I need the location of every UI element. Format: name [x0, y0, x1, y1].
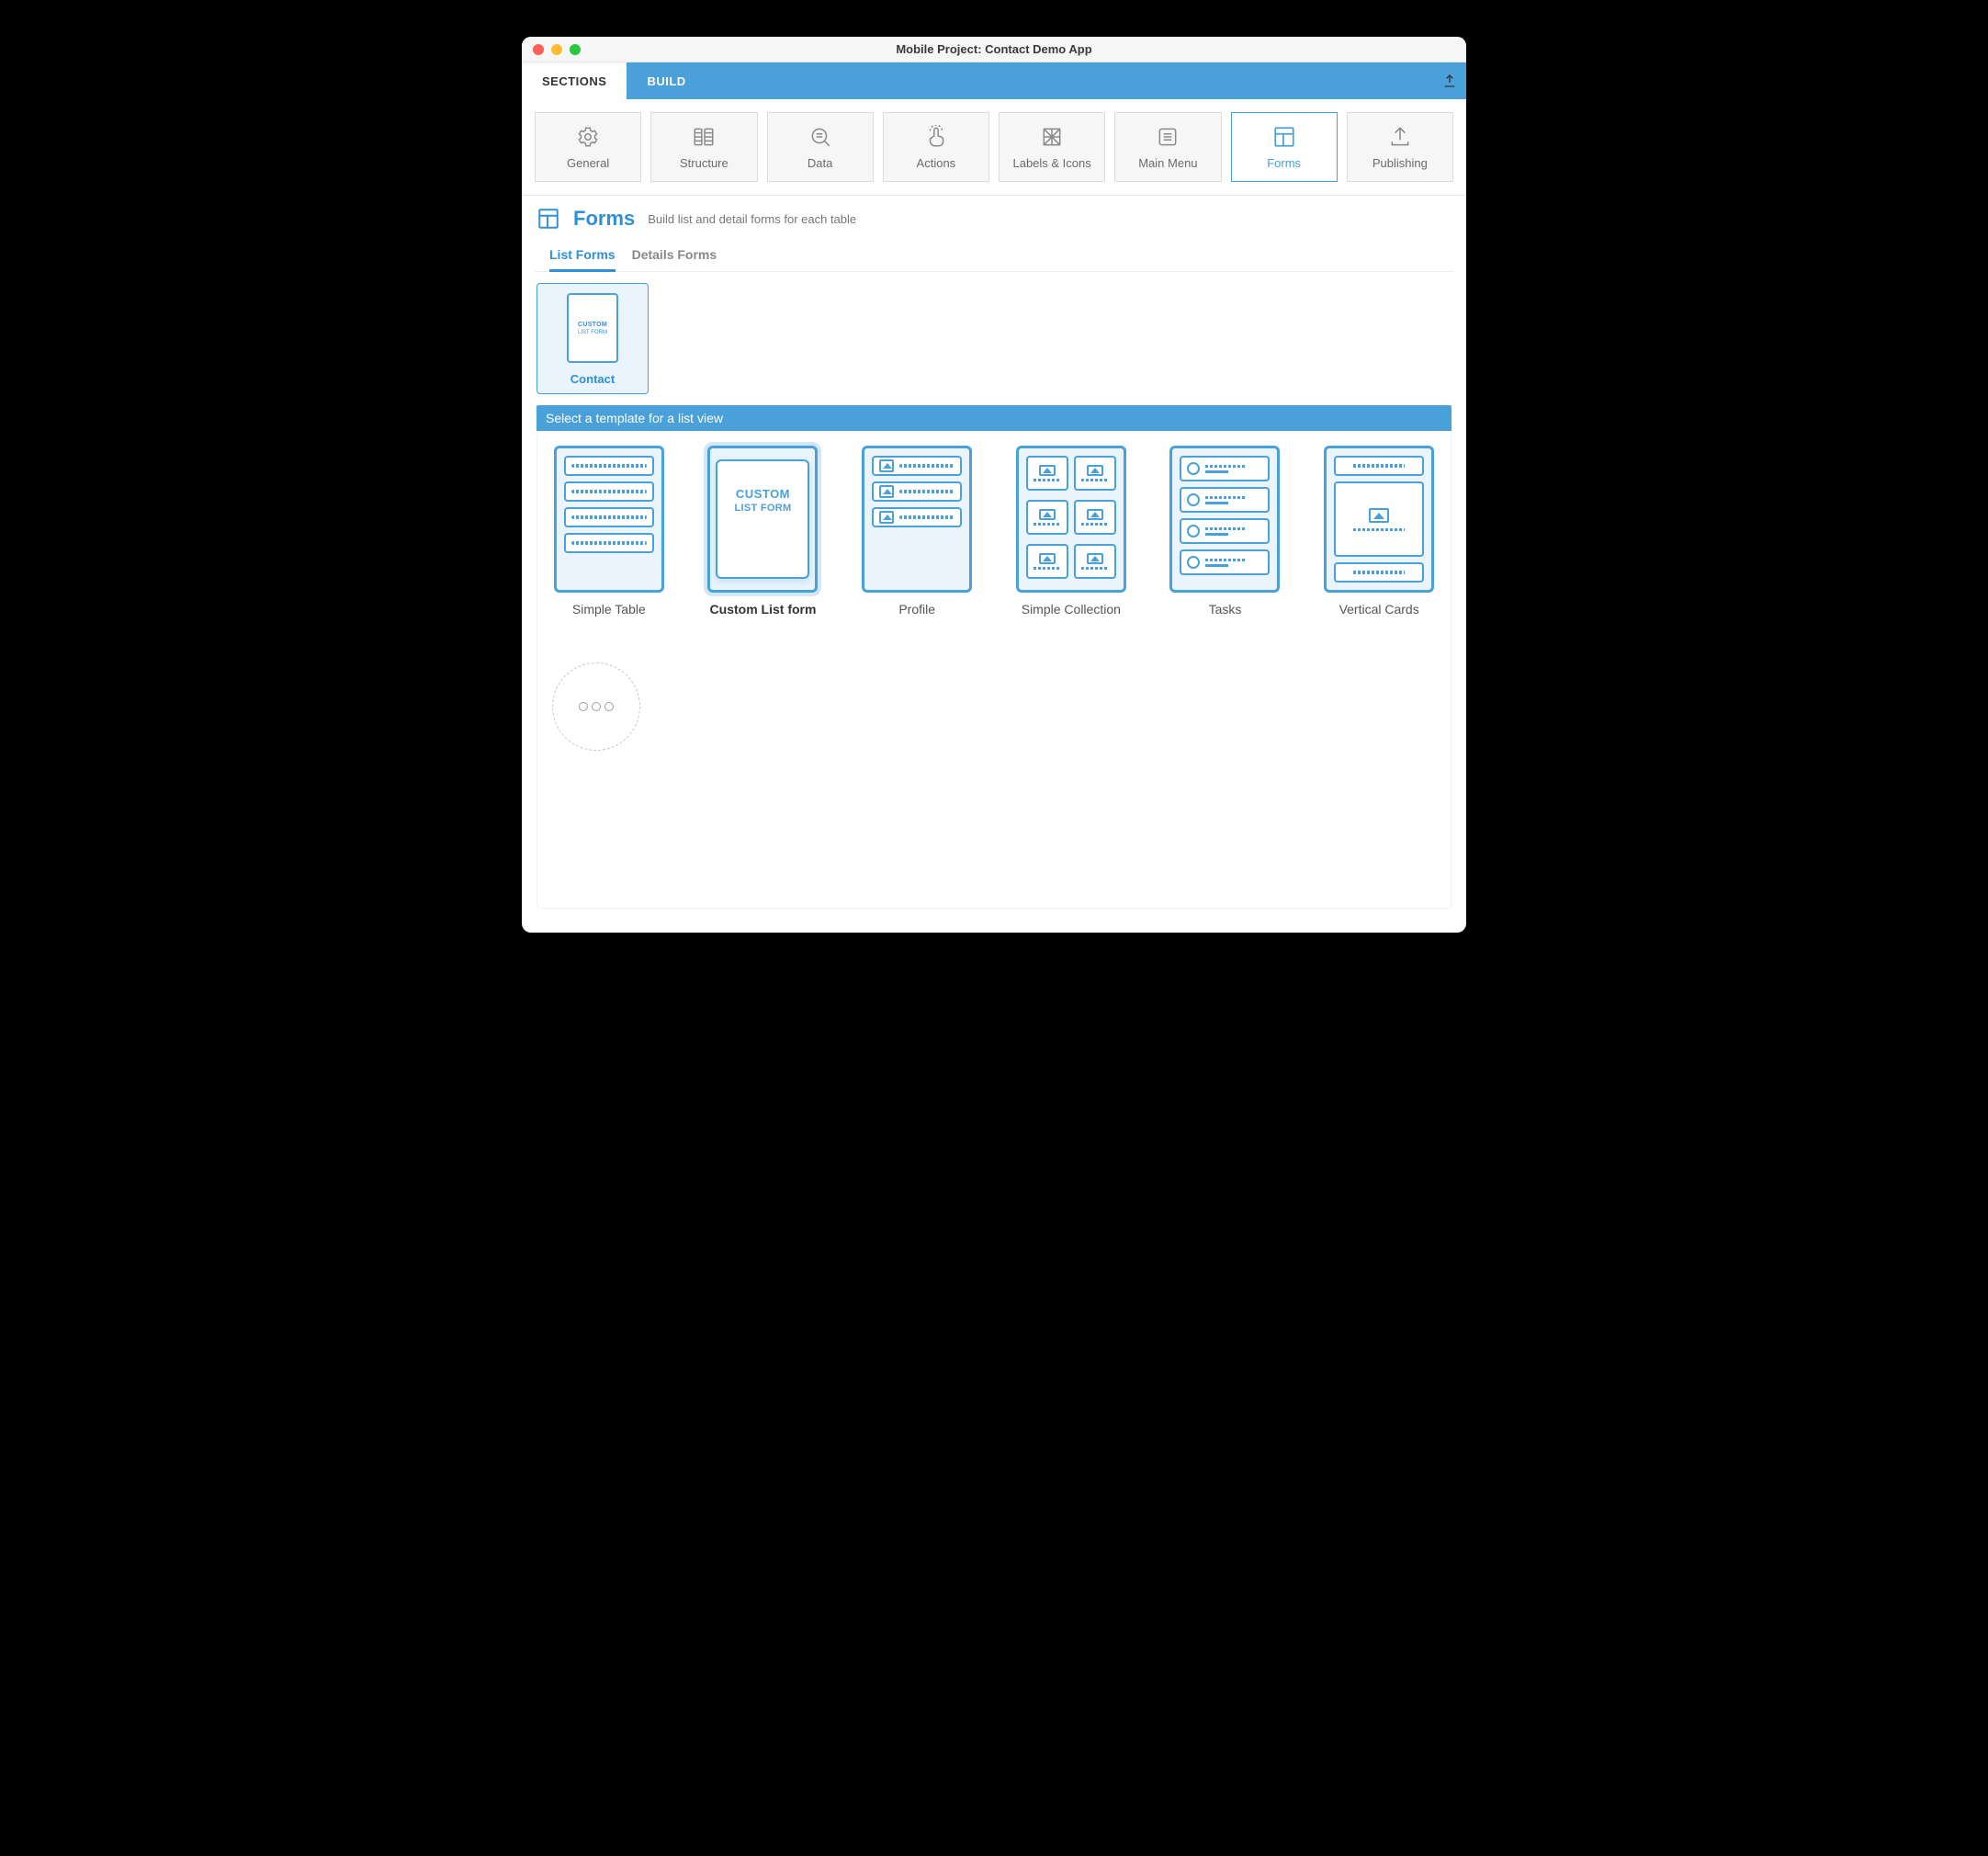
template-thumbnail: [1016, 446, 1126, 593]
tab-sections[interactable]: SECTIONS: [522, 62, 627, 99]
section-actions[interactable]: Actions: [883, 112, 989, 182]
table-card-thumbnail: CUSTOM LIST FORM: [567, 293, 618, 363]
template-vertical-cards[interactable]: Vertical Cards: [1315, 446, 1443, 617]
zoom-icon[interactable]: [570, 44, 581, 55]
minimize-icon[interactable]: [551, 44, 562, 55]
section-structure[interactable]: Structure: [650, 112, 757, 182]
forms-icon: [537, 207, 560, 231]
section-label: General: [567, 156, 609, 170]
subtab-list-forms[interactable]: List Forms: [549, 238, 616, 271]
page-subtitle: Build list and detail forms for each tab…: [648, 212, 856, 226]
gear-icon: [576, 125, 600, 149]
dot-icon: [604, 702, 614, 711]
template-thumbnail: [1324, 446, 1434, 593]
subtab-details-forms[interactable]: Details Forms: [632, 238, 717, 271]
section-label: Structure: [680, 156, 729, 170]
publish-icon: [1388, 125, 1412, 149]
thumb-line1: CUSTOM: [736, 487, 790, 501]
main-tabs: SECTIONS BUILD: [522, 62, 1466, 99]
dot-icon: [579, 702, 588, 711]
template-simple-table[interactable]: Simple Table: [545, 446, 673, 617]
section-main-menu[interactable]: Main Menu: [1114, 112, 1221, 182]
window-titlebar: Mobile Project: Contact Demo App: [522, 37, 1466, 62]
section-publishing[interactable]: Publishing: [1347, 112, 1453, 182]
section-general[interactable]: General: [535, 112, 641, 182]
template-simple-collection[interactable]: Simple Collection: [1007, 446, 1135, 617]
template-thumbnail: [1169, 446, 1280, 593]
thumb-line2: LIST FORM: [734, 503, 791, 514]
data-icon: [808, 125, 832, 149]
sections-toolbar: General Structure Data Actions Labels & …: [522, 99, 1466, 196]
template-thumbnail: [862, 446, 972, 593]
section-label: Main Menu: [1138, 156, 1197, 170]
upload-button[interactable]: [1442, 62, 1457, 99]
grid-icon: [1040, 125, 1064, 149]
template-label: Custom List form: [710, 602, 817, 617]
template-thumbnail: CUSTOM LIST FORM: [707, 446, 818, 593]
template-label: Vertical Cards: [1339, 602, 1419, 617]
template-label: Tasks: [1209, 602, 1242, 617]
menu-icon: [1156, 125, 1180, 149]
section-forms[interactable]: Forms: [1231, 112, 1338, 182]
dot-icon: [592, 702, 601, 711]
app-window: Mobile Project: Contact Demo App SECTION…: [522, 37, 1466, 933]
close-icon[interactable]: [533, 44, 544, 55]
window-controls: [533, 44, 581, 55]
section-data[interactable]: Data: [767, 112, 874, 182]
template-profile[interactable]: Profile: [853, 446, 981, 617]
template-header: Select a template for a list view: [537, 405, 1451, 431]
page-title: Forms: [573, 207, 635, 231]
section-label: Actions: [917, 156, 956, 170]
template-label: Profile: [898, 602, 935, 617]
section-label: Data: [808, 156, 832, 170]
form-subtabs: List Forms Details Forms: [535, 238, 1453, 272]
page-header: Forms Build list and detail forms for ea…: [522, 196, 1466, 238]
table-card-label: Contact: [570, 372, 615, 386]
forms-icon: [1272, 125, 1296, 149]
section-label: Labels & Icons: [1012, 156, 1090, 170]
tables-row: CUSTOM LIST FORM Contact: [522, 272, 1466, 405]
template-label: Simple Collection: [1022, 602, 1121, 617]
tap-icon: [924, 125, 948, 149]
more-templates-button[interactable]: [552, 662, 640, 751]
template-custom-list-form[interactable]: CUSTOM LIST FORM Custom List form: [699, 446, 828, 617]
section-labels[interactable]: Labels & Icons: [999, 112, 1105, 182]
tab-build[interactable]: BUILD: [627, 62, 706, 99]
template-tasks[interactable]: Tasks: [1161, 446, 1290, 617]
structure-icon: [692, 125, 716, 149]
section-label: Forms: [1267, 156, 1301, 170]
section-label: Publishing: [1372, 156, 1428, 170]
template-label: Simple Table: [572, 602, 646, 617]
window-title: Mobile Project: Contact Demo App: [522, 42, 1466, 56]
template-thumbnail: [554, 446, 664, 593]
footer-spacer: [522, 923, 1466, 933]
table-card-contact[interactable]: CUSTOM LIST FORM Contact: [537, 283, 649, 394]
thumb-line1: CUSTOM: [578, 322, 607, 328]
template-grid: Simple Table CUSTOM LIST FORM Custom Lis…: [537, 431, 1451, 909]
thumb-line2: LIST FORM: [578, 330, 607, 335]
